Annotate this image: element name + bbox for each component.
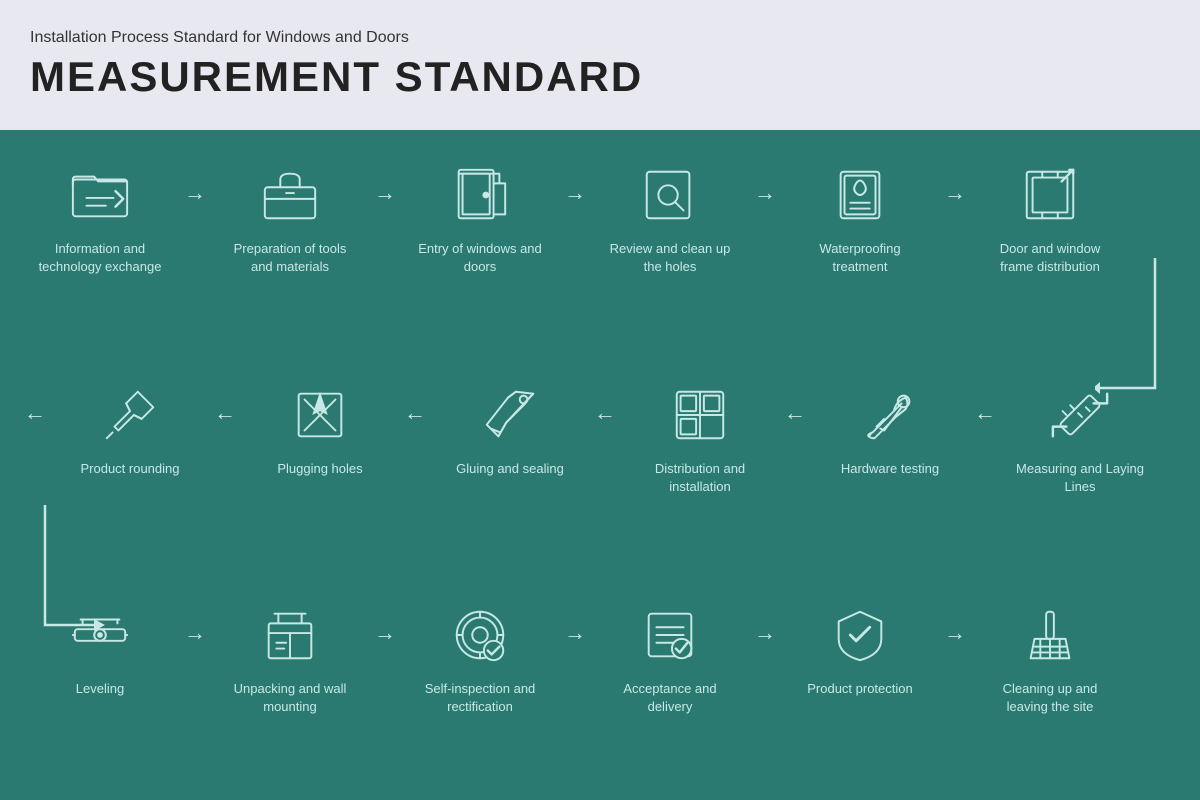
waterproof-icon bbox=[825, 160, 895, 230]
grid-icon bbox=[665, 380, 735, 450]
arrow-3-4: → bbox=[560, 160, 590, 206]
step-review-holes-label: Review and clean up the holes bbox=[605, 240, 735, 276]
arrow-13-14: → bbox=[180, 600, 210, 646]
header-subtitle: Installation Process Standard for Window… bbox=[30, 29, 1170, 47]
step-unpacking-label: Unpacking and wall mounting bbox=[225, 680, 355, 716]
connector-right bbox=[1095, 258, 1160, 398]
step-distrib-install-label: Distribution and installation bbox=[635, 460, 765, 496]
step-cleanup-label: Cleaning up and leaving the site bbox=[985, 680, 1115, 716]
step-gluing-label: Gluing and sealing bbox=[456, 460, 564, 478]
header-title: MEASUREMENT STANDARD bbox=[30, 53, 1170, 101]
step-info-exchange: Information and technology exchange bbox=[20, 160, 180, 276]
wrench-icon bbox=[855, 380, 925, 450]
arrow-11-10: ← bbox=[400, 380, 430, 426]
step-entry-windows-label: Entry of windows and doors bbox=[415, 240, 545, 276]
arrow-2-3: → bbox=[370, 160, 400, 206]
step-leveling: Leveling bbox=[20, 600, 180, 698]
step-info-exchange-label: Information and technology exchange bbox=[35, 240, 165, 276]
step-unpacking: Unpacking and wall mounting bbox=[210, 600, 370, 716]
broom-icon bbox=[1015, 600, 1085, 670]
step-measuring-label: Measuring and Laying Lines bbox=[1015, 460, 1145, 496]
step-plugging: Plugging holes bbox=[240, 380, 400, 478]
step-rounding: Product rounding bbox=[50, 380, 210, 478]
level-icon bbox=[65, 600, 135, 670]
step-distrib-install: Distribution and installation bbox=[620, 380, 780, 496]
step-tools-prep: Preparation of tools and materials bbox=[210, 160, 370, 276]
row-2: Measuring and Laying Lines ← Hardware te… bbox=[20, 380, 1160, 496]
plug-icon bbox=[285, 380, 355, 450]
step-self-inspect-label: Self-inspection and rectification bbox=[415, 680, 545, 716]
pin-icon bbox=[95, 380, 165, 450]
step-rounding-label: Product rounding bbox=[80, 460, 179, 478]
arrow-12-11: ← bbox=[210, 380, 240, 426]
arrow-10-9: ← bbox=[590, 380, 620, 426]
magnify-icon bbox=[635, 160, 705, 230]
inspect-icon bbox=[445, 600, 515, 670]
arrow-14-15: → bbox=[370, 600, 400, 646]
arrow-4-5: → bbox=[750, 160, 780, 206]
step-protection: Product protection bbox=[780, 600, 940, 698]
arrow-8-7: ← bbox=[970, 380, 1000, 426]
step-leveling-label: Leveling bbox=[76, 680, 124, 698]
glue-icon bbox=[475, 380, 545, 450]
step-review-holes: Review and clean up the holes bbox=[590, 160, 750, 276]
accept-icon bbox=[635, 600, 705, 670]
step-waterproofing-label: Waterproofing treatment bbox=[795, 240, 925, 276]
step-acceptance-label: Acceptance and delivery bbox=[605, 680, 735, 716]
arrow-15-16: → bbox=[560, 600, 590, 646]
header: Installation Process Standard for Window… bbox=[0, 0, 1200, 130]
step-hardware-test: Hardware testing bbox=[810, 380, 970, 478]
arrow-16-17: → bbox=[750, 600, 780, 646]
step-self-inspect: Self-inspection and rectification bbox=[400, 600, 560, 716]
step-hardware-test-label: Hardware testing bbox=[841, 460, 939, 478]
arrow-1-2: → bbox=[180, 160, 210, 206]
shield-icon bbox=[825, 600, 895, 670]
unpack-icon bbox=[255, 600, 325, 670]
measure-icon bbox=[1045, 380, 1115, 450]
step-plugging-label: Plugging holes bbox=[277, 460, 362, 478]
door-entry-icon bbox=[445, 160, 515, 230]
step-acceptance: Acceptance and delivery bbox=[590, 600, 750, 716]
arrow-5-6: → bbox=[940, 160, 970, 206]
step-entry-windows: Entry of windows and doors bbox=[400, 160, 560, 276]
step-measuring: Measuring and Laying Lines bbox=[1000, 380, 1160, 496]
frame-icon bbox=[1015, 160, 1085, 230]
toolbox-icon bbox=[255, 160, 325, 230]
arrow-9-8: ← bbox=[780, 380, 810, 426]
main-content: Information and technology exchange → Pr… bbox=[0, 130, 1200, 800]
step-cleanup: Cleaning up and leaving the site bbox=[970, 600, 1130, 716]
step-waterproofing: Waterproofing treatment bbox=[780, 160, 940, 276]
step-gluing: Gluing and sealing bbox=[430, 380, 590, 478]
step-tools-prep-label: Preparation of tools and materials bbox=[225, 240, 355, 276]
step-protection-label: Product protection bbox=[807, 680, 913, 698]
folder-icon bbox=[65, 160, 135, 230]
arrow-row2-start: ← bbox=[20, 380, 50, 426]
row-3: Leveling → Unpacking and wall mounting → bbox=[20, 600, 1130, 716]
arrow-17-18: → bbox=[940, 600, 970, 646]
row-1: Information and technology exchange → Pr… bbox=[20, 160, 1130, 276]
